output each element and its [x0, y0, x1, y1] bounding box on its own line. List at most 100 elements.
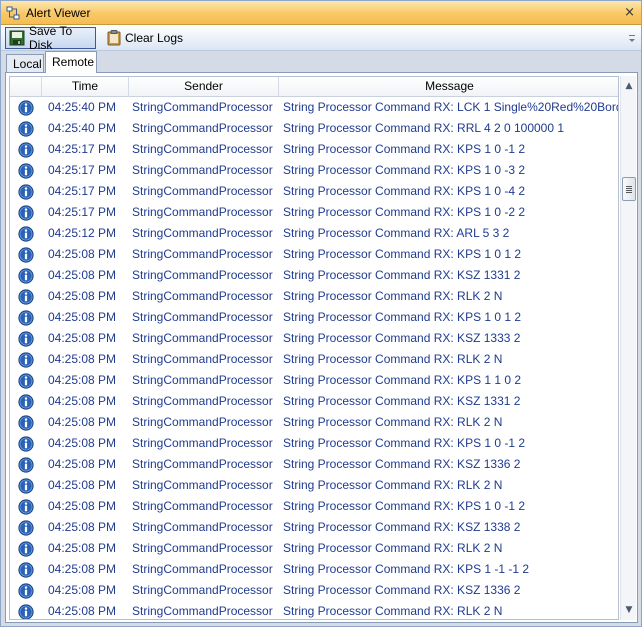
row-sender: StringCommandProcessor [132, 436, 273, 450]
table-row[interactable]: 04:25:08 PM StringCommandProcessor String … [10, 601, 618, 619]
row-message: String Processor Command RX: KPS 1 0 -1 … [283, 142, 526, 156]
table-row[interactable]: 04:25:08 PM StringCommandProcessor String … [10, 265, 618, 286]
table-row[interactable]: 04:25:17 PM StringCommandProcessor String … [10, 139, 618, 160]
row-time: 04:25:08 PM [48, 541, 117, 555]
table-row[interactable]: 04:25:08 PM StringCommandProcessor String … [10, 538, 618, 559]
row-icon-cell [10, 538, 42, 559]
icon-column-header[interactable] [10, 77, 42, 97]
row-sender: StringCommandProcessor [132, 163, 273, 177]
info-icon [18, 540, 34, 557]
table-row[interactable]: 04:25:08 PM StringCommandProcessor String … [10, 580, 618, 601]
row-time: 04:25:08 PM [48, 289, 117, 303]
row-message: String Processor Command RX: KPS 1 0 1 2 [283, 247, 522, 261]
info-icon [18, 561, 34, 578]
row-icon-cell [10, 223, 42, 244]
row-icon-cell [10, 286, 42, 307]
message-column-header[interactable]: Message [279, 77, 618, 97]
row-message: String Processor Command RX: KSZ 1336 2 [283, 457, 521, 471]
row-icon-cell [10, 412, 42, 433]
row-time: 04:25:08 PM [48, 457, 117, 471]
table-row[interactable]: 04:25:08 PM StringCommandProcessor String … [10, 559, 618, 580]
row-sender: StringCommandProcessor [132, 499, 273, 513]
title-bar[interactable]: Alert Viewer × [1, 1, 641, 25]
table-row[interactable]: 04:25:08 PM StringCommandProcessor String … [10, 454, 618, 475]
row-time: 04:25:17 PM [48, 163, 117, 177]
table-row[interactable]: 04:25:08 PM StringCommandProcessor String … [10, 391, 618, 412]
row-icon-cell [10, 433, 42, 454]
row-message: String Processor Command RX: RLK 2 N [283, 289, 503, 303]
table-row[interactable]: 04:25:08 PM StringCommandProcessor String … [10, 412, 618, 433]
table-row[interactable]: 04:25:08 PM StringCommandProcessor String … [10, 328, 618, 349]
tab-strip: Local Remote [1, 51, 641, 73]
row-message: String Processor Command RX: KSZ 1331 2 [283, 394, 521, 408]
row-icon-cell [10, 601, 42, 619]
row-icon-cell [10, 202, 42, 223]
row-time: 04:25:08 PM [48, 310, 117, 324]
row-icon-cell [10, 265, 42, 286]
toolbar-grip-icon[interactable] [627, 29, 637, 47]
row-time: 04:25:08 PM [48, 436, 117, 450]
row-icon-cell [10, 391, 42, 412]
table-row[interactable]: 04:25:17 PM StringCommandProcessor String … [10, 181, 618, 202]
row-sender: StringCommandProcessor [132, 457, 273, 471]
info-icon [18, 456, 34, 473]
table-row[interactable]: 04:25:08 PM StringCommandProcessor String … [10, 244, 618, 265]
table-row[interactable]: 04:25:08 PM StringCommandProcessor String … [10, 496, 618, 517]
alert-viewer-window: Alert Viewer × Save To Disk Clear Logs L… [0, 0, 642, 627]
table-row[interactable]: 04:25:08 PM StringCommandProcessor String … [10, 370, 618, 391]
table-row[interactable]: 04:25:40 PM StringCommandProcessor String … [10, 118, 618, 139]
table-row[interactable]: 04:25:08 PM StringCommandProcessor String … [10, 433, 618, 454]
info-icon [18, 330, 34, 347]
table-row[interactable]: 04:25:08 PM StringCommandProcessor String … [10, 517, 618, 538]
scrollbar-thumb[interactable] [622, 177, 636, 201]
table-row[interactable]: 04:25:08 PM StringCommandProcessor String … [10, 349, 618, 370]
scroll-down-icon[interactable]: ▼ [621, 602, 637, 618]
scroll-up-icon[interactable]: ▲ [621, 78, 637, 94]
row-time: 04:25:12 PM [48, 226, 117, 240]
floppy-disk-icon [9, 30, 25, 46]
table-row[interactable]: 04:25:17 PM StringCommandProcessor String … [10, 160, 618, 181]
clear-logs-button[interactable]: Clear Logs [104, 27, 186, 49]
tab-remote[interactable]: Remote [45, 51, 97, 73]
row-message: String Processor Command RX: RLK 2 N [283, 478, 503, 492]
table-row[interactable]: 04:25:08 PM StringCommandProcessor String … [10, 475, 618, 496]
close-icon[interactable]: × [624, 5, 635, 20]
row-time: 04:25:08 PM [48, 394, 117, 408]
info-icon [18, 498, 34, 515]
row-message: String Processor Command RX: ARL 5 3 2 [283, 226, 510, 240]
table-row[interactable]: 04:25:08 PM StringCommandProcessor String … [10, 286, 618, 307]
info-icon [18, 372, 34, 389]
row-time: 04:25:08 PM [48, 478, 117, 492]
row-message: String Processor Command RX: KPS 1 0 -4 … [283, 184, 526, 198]
time-column-header[interactable]: Time [42, 77, 129, 97]
table-row[interactable]: 04:25:17 PM StringCommandProcessor String … [10, 202, 618, 223]
row-time: 04:25:40 PM [48, 121, 117, 135]
grid-header: Time Sender Message [10, 77, 618, 97]
info-icon [18, 603, 34, 619]
grid-rows: 04:25:40 PM StringCommandProcessor String … [10, 97, 618, 619]
row-message: String Processor Command RX: KSZ 1333 2 [283, 331, 521, 345]
row-message: String Processor Command RX: KPS 1 0 1 2 [283, 310, 522, 324]
row-sender: StringCommandProcessor [132, 121, 273, 135]
table-row[interactable]: 04:25:12 PM StringCommandProcessor String … [10, 223, 618, 244]
row-time: 04:25:08 PM [48, 562, 117, 576]
table-row[interactable]: 04:25:40 PM StringCommandProcessor String … [10, 97, 618, 118]
row-message: String Processor Command RX: KSZ 1338 2 [283, 520, 521, 534]
vertical-scrollbar[interactable]: ▲ ▼ [620, 76, 636, 620]
row-icon-cell [10, 349, 42, 370]
info-icon [18, 435, 34, 452]
toolbar: Save To Disk Clear Logs [1, 24, 641, 52]
sender-column-header[interactable]: Sender [129, 77, 279, 97]
clipboard-icon [107, 30, 121, 46]
table-row[interactable]: 04:25:08 PM StringCommandProcessor String … [10, 307, 618, 328]
row-time: 04:25:08 PM [48, 499, 117, 513]
row-icon-cell [10, 97, 42, 118]
info-icon [18, 267, 34, 284]
row-sender: StringCommandProcessor [132, 331, 273, 345]
tab-local[interactable]: Local [6, 54, 44, 73]
row-time: 04:25:08 PM [48, 331, 117, 345]
row-message: String Processor Command RX: KPS 1 -1 -1… [283, 562, 530, 576]
row-message: String Processor Command RX: KSZ 1336 2 [283, 583, 521, 597]
save-to-disk-button[interactable]: Save To Disk [5, 24, 96, 52]
info-icon [18, 225, 34, 242]
